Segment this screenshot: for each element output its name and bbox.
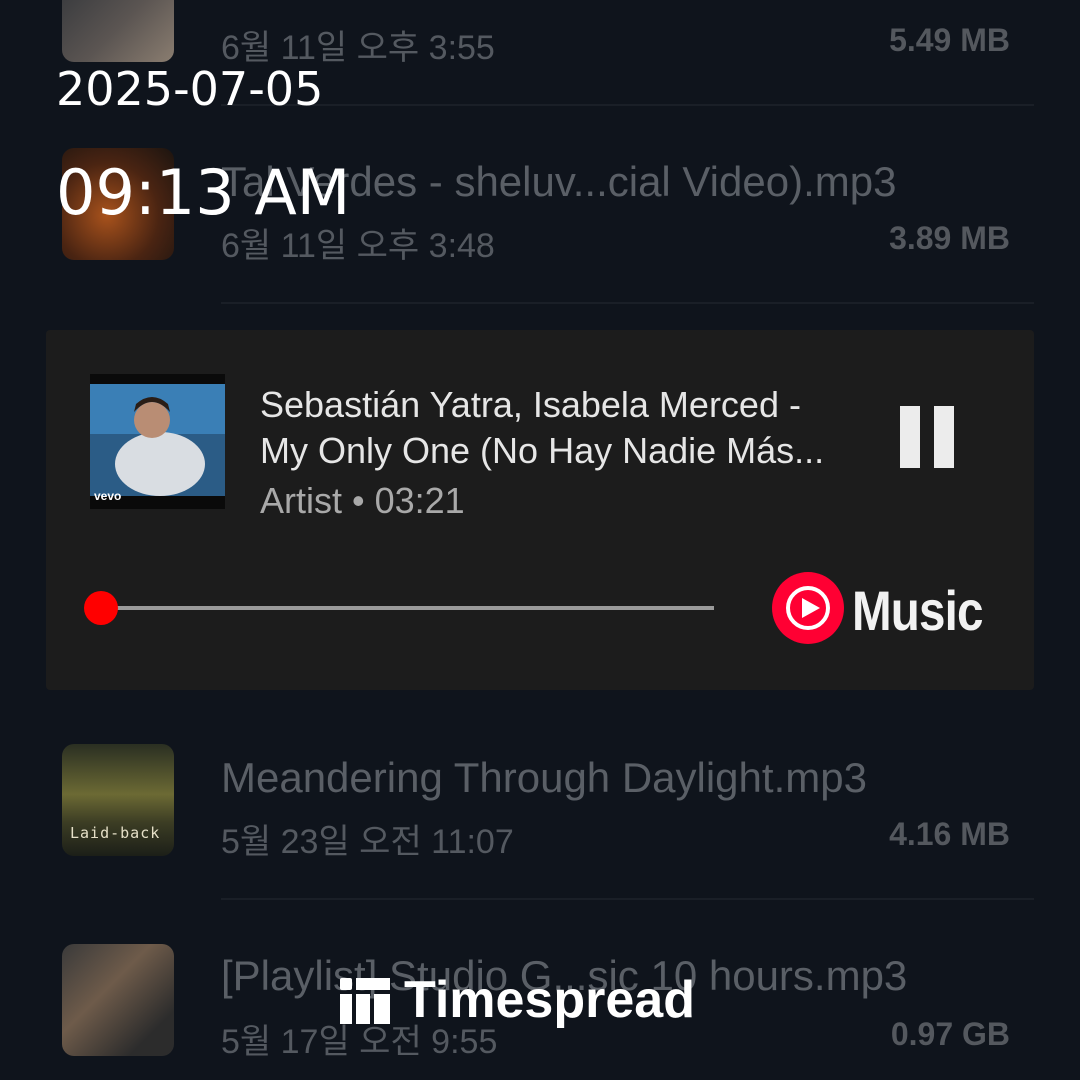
list-item[interactable]: 6월 11일 오후 3:55 5.49 MB <box>0 0 1080 70</box>
file-thumbnail <box>62 0 174 62</box>
file-size: 0.97 GB <box>890 1016 1010 1052</box>
track-title: Sebastián Yatra, Isabela Merced - My Onl… <box>260 382 860 474</box>
youtube-music-icon[interactable] <box>772 572 844 644</box>
album-art[interactable]: vevo <box>90 374 225 509</box>
divider <box>221 104 1034 106</box>
progress-bar[interactable] <box>102 606 714 610</box>
file-thumbnail: Laid-back <box>62 744 174 856</box>
divider <box>221 302 1034 304</box>
timespread-logo-icon <box>340 978 390 1024</box>
track-title-line1: Sebastián Yatra, Isabela Merced - <box>260 384 801 425</box>
vevo-label: vevo <box>94 489 122 503</box>
file-size: 5.49 MB <box>889 22 1010 58</box>
screen: 6월 11일 오후 3:55 5.49 MB Tal Verdes - shel… <box>0 0 1080 1080</box>
file-name: Meandering Through Daylight.mp3 <box>221 754 867 801</box>
thumbnail-label: Laid-back <box>70 824 161 842</box>
pause-icon <box>900 406 920 468</box>
file-date: 5월 23일 오전 11:07 <box>221 823 514 861</box>
progress-handle[interactable] <box>84 591 118 625</box>
pause-icon-bar <box>934 406 954 468</box>
track-title-line2: My Only One (No Hay Nadie Más... <box>260 430 825 471</box>
overlay-time: 09:13 AM <box>56 156 351 229</box>
youtube-music-wordmark: Music <box>852 579 983 642</box>
track-meta: Artist • 03:21 <box>260 480 465 521</box>
media-player-card[interactable]: vevo Sebastián Yatra, Isabela Merced - M… <box>46 330 1034 690</box>
watermark-text: Timespread <box>404 971 695 1029</box>
file-size: 3.89 MB <box>889 220 1010 256</box>
list-item[interactable]: Laid-back Meandering Through Daylight.mp… <box>0 716 1080 896</box>
divider <box>221 898 1034 900</box>
file-size: 4.16 MB <box>889 816 1010 852</box>
overlay-date: 2025-07-05 <box>56 62 324 116</box>
pause-button[interactable] <box>900 406 956 468</box>
file-thumbnail <box>62 944 174 1056</box>
